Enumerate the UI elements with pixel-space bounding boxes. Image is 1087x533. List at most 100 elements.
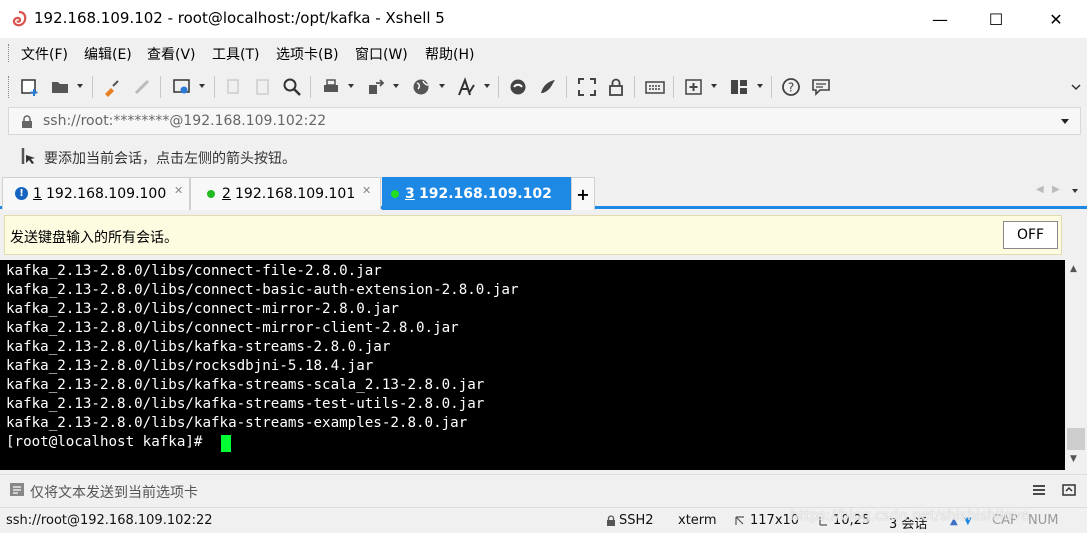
menu-help[interactable]: 帮助(H) [425, 44, 474, 64]
toolbar-separator [92, 76, 93, 98]
globe-dropdown-icon[interactable] [439, 84, 445, 88]
toolbar-separator [566, 76, 567, 98]
toolbar: ? [0, 68, 1087, 106]
connected-status-icon [391, 190, 399, 198]
open-dropdown-icon[interactable] [77, 84, 83, 88]
print-icon[interactable] [321, 77, 341, 97]
toolbar-separator [160, 76, 161, 98]
lock-icon[interactable] [606, 77, 626, 97]
new-session-icon[interactable] [20, 77, 40, 97]
toolbar-separator [771, 76, 772, 98]
session-hint-text: 要添加当前会话，点击左侧的箭头按钮。 [44, 151, 296, 167]
minimize-button[interactable]: — [917, 0, 963, 38]
new-tab-button[interactable]: + [571, 177, 595, 210]
menu-tools[interactable]: 工具(T) [212, 44, 259, 64]
menu-view[interactable]: 查看(V) [147, 44, 196, 64]
compose-menu-icon[interactable] [1032, 484, 1046, 496]
tab-session-3[interactable]: 3 192.168.109.102 [382, 177, 572, 210]
xshell-link-icon[interactable] [508, 77, 528, 97]
tab-number: 3 [405, 186, 415, 202]
add-layout-dropdown-icon[interactable] [711, 84, 717, 88]
xshell-logo-icon [12, 10, 27, 27]
tab-scroll-left-icon[interactable]: ◀ [1036, 184, 1044, 195]
transfer-icon[interactable] [366, 77, 386, 97]
watermark: https://blog.csdn.net/shishishilove [790, 508, 1030, 524]
lock-icon [607, 515, 615, 526]
compose-input[interactable]: 仅将文本发送到当前选项卡 [30, 482, 198, 502]
toolbar-grip[interactable] [8, 76, 12, 98]
toolbar-separator [634, 76, 635, 98]
tab-number: 2 [222, 186, 231, 202]
scrollbar-thumb[interactable] [1067, 428, 1085, 450]
paste-icon [256, 79, 269, 95]
menu-tabs[interactable]: 选项卡(B) [276, 44, 339, 64]
terminal-line: kafka_2.13-2.8.0/libs/connect-mirror-2.8… [6, 301, 399, 317]
disconnect-icon [134, 79, 150, 95]
menu-grip[interactable] [8, 44, 12, 62]
tab-number: 1 [33, 186, 42, 202]
menu-edit[interactable]: 编辑(E) [84, 44, 132, 64]
tab-scroll-right-icon[interactable]: ▶ [1052, 184, 1060, 195]
add-session-arrow-icon[interactable] [20, 146, 38, 166]
tab-session-2[interactable]: 2 192.168.109.101 ✕ [190, 177, 381, 210]
font-dropdown-icon[interactable] [484, 84, 490, 88]
lock-icon [22, 115, 32, 128]
properties-dropdown-icon[interactable] [199, 84, 205, 88]
window-title: 192.168.109.102 - root@localhost:/opt/ka… [34, 9, 445, 27]
help-icon[interactable]: ? [781, 77, 801, 97]
open-folder-icon[interactable] [50, 77, 70, 97]
toolbar-separator [498, 76, 499, 98]
address-dropdown-icon[interactable] [1061, 119, 1069, 124]
keyboard-icon[interactable] [645, 77, 665, 97]
broadcast-toggle-button[interactable]: OFF [1003, 221, 1058, 249]
toolbar-separator [214, 76, 215, 98]
terminal-prompt: [root@localhost kafka]# [6, 434, 211, 450]
broadcast-text: 发送键盘输入的所有会话。 [10, 230, 178, 246]
tab-close-icon[interactable]: ✕ [362, 184, 371, 197]
tab-bar: ! 1 192.168.109.100 ✕ 2 192.168.109.101 … [0, 177, 1087, 210]
compose-icon [10, 483, 24, 496]
scroll-down-icon[interactable]: ▼ [1070, 454, 1077, 464]
title-bar: 192.168.109.102 - root@localhost:/opt/ka… [0, 0, 1087, 38]
find-icon[interactable] [282, 77, 302, 97]
compose-bar[interactable]: 仅将文本发送到当前选项卡 [0, 474, 1087, 504]
xftp-icon[interactable] [538, 77, 558, 97]
resize-icon [735, 516, 744, 525]
terminal-line: kafka_2.13-2.8.0/libs/kafka-streams-scal… [6, 377, 485, 393]
address-input[interactable]: ssh://root:********@192.168.109.102:22 [43, 113, 326, 129]
status-num: NUM [1028, 513, 1059, 528]
terminal-line: kafka_2.13-2.8.0/libs/kafka-streams-exam… [6, 415, 468, 431]
compose-collapse-icon[interactable] [1062, 484, 1076, 496]
menu-file[interactable]: 文件(F) [21, 44, 68, 64]
status-protocol: SSH2 [619, 513, 654, 528]
status-terminal-type: xterm [678, 513, 717, 528]
terminal-line: kafka_2.13-2.8.0/libs/rocksdbjni-5.18.4.… [6, 358, 374, 374]
toolbar-overflow-icon[interactable] [1070, 77, 1082, 97]
tab-session-1[interactable]: ! 1 192.168.109.100 ✕ [2, 177, 190, 210]
add-layout-icon[interactable] [684, 77, 704, 97]
close-button[interactable]: ✕ [1033, 0, 1079, 38]
tab-close-icon[interactable]: ✕ [174, 184, 183, 197]
tab-label: 192.168.109.100 [46, 186, 167, 202]
maximize-button[interactable]: ☐ [973, 0, 1019, 38]
layout-dropdown-icon[interactable] [757, 84, 763, 88]
toolbar-separator [310, 76, 311, 98]
fullscreen-icon[interactable] [577, 77, 597, 97]
globe-icon[interactable] [411, 77, 431, 97]
tab-list-dropdown-icon[interactable] [1072, 189, 1078, 193]
address-bar[interactable]: ssh://root:********@192.168.109.102:22 [8, 107, 1081, 135]
font-icon[interactable] [456, 77, 476, 97]
menu-window[interactable]: 窗口(W) [355, 44, 408, 64]
scroll-up-icon[interactable]: ▲ [1070, 264, 1077, 274]
terminal-line: kafka_2.13-2.8.0/libs/kafka-streams-2.8.… [6, 339, 391, 355]
reconnect-icon[interactable] [102, 77, 122, 97]
print-dropdown-icon[interactable] [348, 84, 354, 88]
terminal-line: kafka_2.13-2.8.0/libs/connect-file-2.8.0… [6, 263, 382, 279]
tab-label: 192.168.109.102 [419, 186, 552, 202]
layout-icon[interactable] [729, 77, 749, 97]
transfer-dropdown-icon[interactable] [393, 84, 399, 88]
session-properties-icon[interactable] [172, 77, 192, 97]
warning-icon: ! [15, 187, 28, 200]
terminal-area[interactable]: kafka_2.13-2.8.0/libs/connect-file-2.8.0… [0, 260, 1065, 470]
chat-icon[interactable] [811, 77, 831, 97]
